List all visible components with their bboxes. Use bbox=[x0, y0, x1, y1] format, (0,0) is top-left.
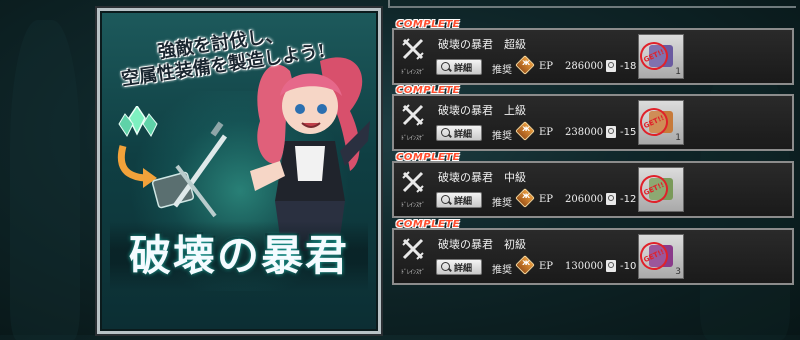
detail-button-label: 詳細 bbox=[454, 130, 473, 140]
complete-badge: COMPLETE bbox=[396, 219, 460, 230]
detail-button[interactable]: 詳細 bbox=[436, 59, 482, 75]
reward-quantity: 3 bbox=[675, 267, 681, 277]
boost-icon bbox=[606, 193, 616, 205]
detail-button[interactable]: 詳細 bbox=[436, 192, 482, 208]
ep-icon: ж bbox=[515, 55, 535, 75]
event-banner[interactable]: 強敵を討伐し、 空属性装備を製造しよう! 破壊の暴君 bbox=[97, 8, 381, 334]
icon-code-label: ﾄﾞﾚｲﾝｽｹﾞ bbox=[400, 69, 425, 76]
quest-row[interactable]: COMPLETE ﾄﾞﾚｲﾝｽｹﾞ 破壊の暴君 超級 詳細 推奨 ж EP 28… bbox=[392, 19, 794, 85]
quest-title: 破壊の暴君 中級 bbox=[438, 171, 526, 184]
magnifier-icon bbox=[441, 262, 450, 271]
quest-row[interactable]: COMPLETE ﾄﾞﾚｲﾝｽｹﾞ 破壊の暴君 中級 詳細 推奨 ж EP 20… bbox=[392, 152, 794, 218]
quest-title: 破壊の暴君 上級 bbox=[438, 104, 526, 117]
complete-badge: COMPLETE bbox=[396, 152, 460, 163]
crossed-swords-icon: ﾄﾞﾚｲﾝｽｹﾞ bbox=[398, 35, 428, 77]
get-stamp: GET!! bbox=[635, 37, 673, 75]
boost-icon bbox=[606, 126, 616, 138]
icon-code-label: ﾄﾞﾚｲﾝｽｹﾞ bbox=[400, 135, 425, 142]
reward-item[interactable]: GET!! 3 bbox=[635, 234, 684, 279]
reward-quantity: 1 bbox=[675, 67, 681, 77]
ep-value: 130000 bbox=[565, 261, 604, 272]
complete-badge: COMPLETE bbox=[396, 19, 460, 30]
reward-item[interactable]: GET!! 1 bbox=[635, 100, 684, 145]
panel-divider bbox=[388, 0, 390, 6]
quest-title: 破壊の暴君 初級 bbox=[438, 238, 526, 251]
boost-value: -10 bbox=[620, 261, 637, 272]
panel-divider bbox=[388, 6, 796, 8]
boost-value: -18 bbox=[620, 61, 637, 72]
ep-value: 238000 bbox=[565, 127, 604, 138]
boost-value: -15 bbox=[620, 127, 637, 138]
ep-value: 286000 bbox=[565, 61, 604, 72]
ep-label: EP bbox=[539, 194, 554, 205]
recommended-label: 推奨 bbox=[492, 265, 512, 276]
detail-button-label: 詳細 bbox=[454, 64, 473, 74]
ep-label: EP bbox=[539, 61, 554, 72]
icon-code-label: ﾄﾞﾚｲﾝｽｹﾞ bbox=[400, 269, 425, 276]
magnifier-icon bbox=[441, 195, 450, 204]
detail-button-label: 詳細 bbox=[454, 264, 473, 274]
ep-icon: ж bbox=[515, 255, 535, 275]
magnifier-icon bbox=[441, 128, 450, 137]
quest-row[interactable]: COMPLETE ﾄﾞﾚｲﾝｽｹﾞ 破壊の暴君 初級 詳細 推奨 ж EP 13… bbox=[392, 219, 794, 285]
crossed-swords-icon: ﾄﾞﾚｲﾝｽｹﾞ bbox=[398, 235, 428, 277]
quest-title: 破壊の暴君 超級 bbox=[438, 38, 526, 51]
get-stamp: GET!! bbox=[635, 103, 673, 141]
complete-badge: COMPLETE bbox=[396, 85, 460, 96]
reward-item[interactable]: GET!! bbox=[635, 167, 684, 212]
recommended-label: 推奨 bbox=[492, 131, 512, 142]
detail-button-label: 詳細 bbox=[454, 197, 473, 207]
reward-quantity: 1 bbox=[675, 133, 681, 143]
banner-title: 破壊の暴君 bbox=[110, 221, 368, 291]
detail-button[interactable]: 詳細 bbox=[436, 125, 482, 141]
ep-label: EP bbox=[539, 127, 554, 138]
detail-button[interactable]: 詳細 bbox=[436, 259, 482, 275]
ep-icon: ж bbox=[515, 121, 535, 141]
quest-row[interactable]: COMPLETE ﾄﾞﾚｲﾝｽｹﾞ 破壊の暴君 上級 詳細 推奨 ж EP 23… bbox=[392, 85, 794, 151]
crossed-swords-icon: ﾄﾞﾚｲﾝｽｹﾞ bbox=[398, 168, 428, 210]
boost-icon bbox=[606, 60, 616, 72]
ep-icon: ж bbox=[515, 188, 535, 208]
boost-icon bbox=[606, 260, 616, 272]
crossed-swords-icon: ﾄﾞﾚｲﾝｽｹﾞ bbox=[398, 101, 428, 143]
get-stamp: GET!! bbox=[635, 170, 673, 208]
ep-label: EP bbox=[539, 261, 554, 272]
boost-value: -12 bbox=[620, 194, 637, 205]
magnifier-icon bbox=[441, 62, 450, 71]
recommended-label: 推奨 bbox=[492, 65, 512, 76]
icon-code-label: ﾄﾞﾚｲﾝｽｹﾞ bbox=[400, 202, 425, 209]
ep-value: 206000 bbox=[565, 194, 604, 205]
recommended-label: 推奨 bbox=[492, 198, 512, 209]
reward-item[interactable]: GET!! 1 bbox=[635, 34, 684, 79]
background-tree bbox=[10, 20, 80, 340]
get-stamp: GET!! bbox=[635, 237, 673, 275]
equipment-illustration bbox=[117, 106, 228, 218]
